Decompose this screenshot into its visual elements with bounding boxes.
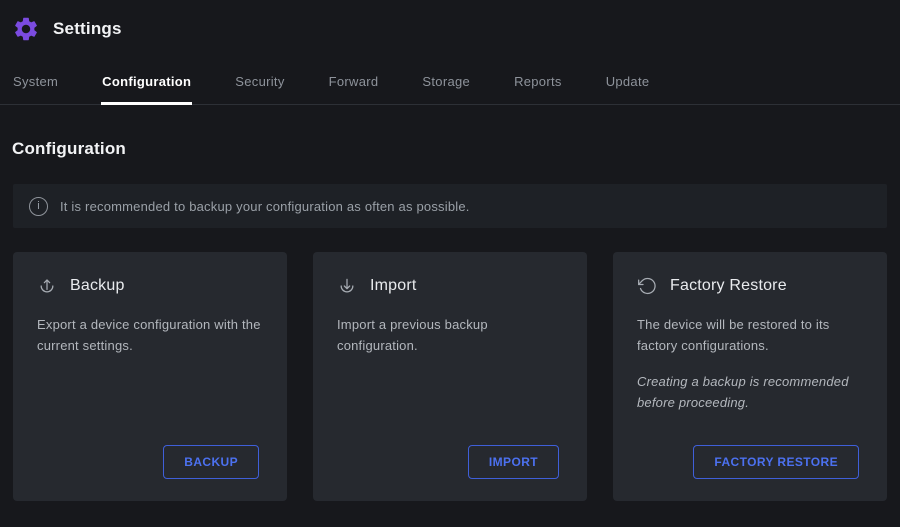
factory-restore-card: Factory Restore The device will be resto… — [613, 252, 887, 501]
card-description: Import a previous backup configuration. — [337, 314, 563, 357]
tab-bar: System Configuration Security Forward St… — [0, 66, 900, 105]
card-header: Backup — [37, 276, 263, 296]
upload-icon — [37, 276, 57, 296]
card-description: Export a device configuration with the c… — [37, 314, 263, 357]
tab-update[interactable]: Update — [605, 66, 651, 104]
info-banner: i It is recommended to backup your confi… — [13, 184, 887, 228]
restore-icon — [637, 276, 657, 296]
app-header: Settings — [0, 0, 900, 46]
card-actions: BACKUP — [163, 445, 263, 479]
card-title: Factory Restore — [670, 277, 787, 295]
import-button[interactable]: IMPORT — [468, 445, 559, 479]
tab-forward[interactable]: Forward — [328, 66, 380, 104]
info-banner-text: It is recommended to backup your configu… — [60, 199, 470, 214]
card-note: Creating a backup is recommended before … — [637, 371, 863, 414]
card-header: Factory Restore — [637, 276, 863, 296]
section-heading: Configuration — [12, 139, 888, 159]
download-icon — [337, 276, 357, 296]
info-icon: i — [29, 197, 48, 216]
tab-system[interactable]: System — [12, 66, 59, 104]
backup-card: Backup Export a device configuration wit… — [13, 252, 287, 501]
tab-storage[interactable]: Storage — [421, 66, 471, 104]
backup-button[interactable]: BACKUP — [163, 445, 259, 479]
gear-icon — [12, 15, 40, 43]
tab-configuration[interactable]: Configuration — [101, 66, 192, 104]
card-actions: IMPORT — [468, 445, 563, 479]
card-description: The device will be restored to its facto… — [637, 314, 863, 357]
page-title: Settings — [53, 19, 122, 39]
card-actions: FACTORY RESTORE — [693, 445, 863, 479]
card-title: Import — [370, 277, 417, 295]
card-title: Backup — [70, 277, 125, 295]
import-card: Import Import a previous backup configur… — [313, 252, 587, 501]
card-header: Import — [337, 276, 563, 296]
tab-security[interactable]: Security — [234, 66, 285, 104]
tab-reports[interactable]: Reports — [513, 66, 563, 104]
factory-restore-button[interactable]: FACTORY RESTORE — [693, 445, 859, 479]
card-row: Backup Export a device configuration wit… — [13, 252, 887, 501]
